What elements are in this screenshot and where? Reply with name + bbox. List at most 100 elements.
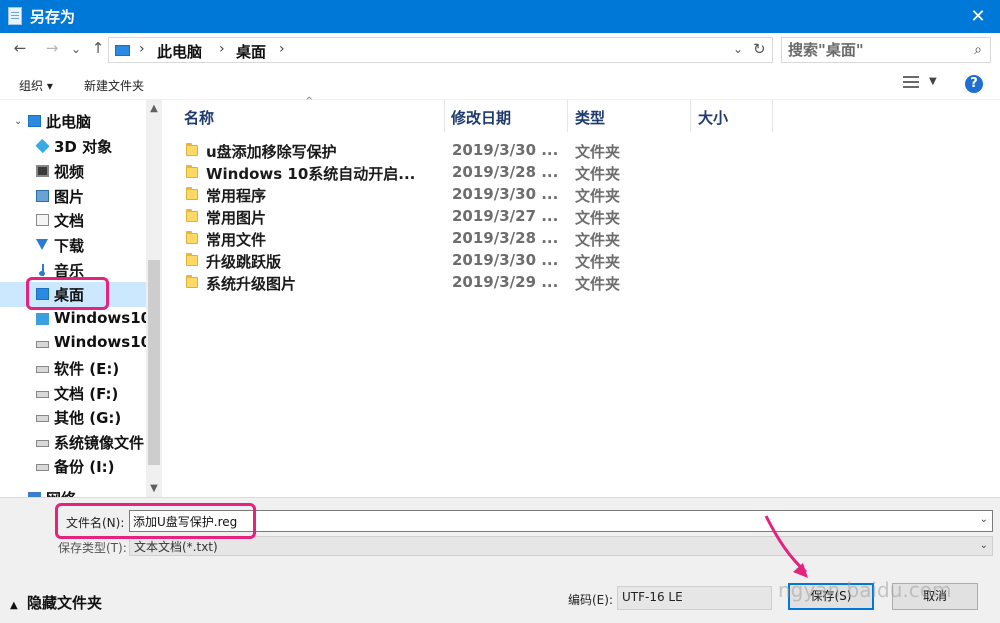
sidebar-item-label: 图片 [54, 188, 85, 206]
this-pc-icon [28, 115, 41, 127]
view-dropdown-icon[interactable]: ▼ [929, 76, 937, 87]
file-row[interactable]: 常用图片 2019/3/27 ... 文件夹 [162, 206, 762, 228]
up-button[interactable]: ↑ [88, 39, 108, 57]
title-bar: 另存为 ✕ [0, 0, 1000, 33]
search-box[interactable]: ⌕ [781, 37, 991, 63]
windows-drive-icon [36, 313, 49, 325]
sidebar-item-backup-i[interactable]: 备份 (I:) [0, 454, 146, 479]
sidebar-item-system-image[interactable]: 系统镜像文件 [0, 430, 146, 455]
folder-icon [186, 275, 198, 288]
scroll-down-icon[interactable]: ▼ [146, 483, 162, 494]
address-row: ← → ⌄ ↑ › 此电脑 › 桌面 › ⌄ ↻ ⌕ [0, 33, 1000, 67]
sidebar-item-documents[interactable]: 文档 [0, 208, 146, 233]
encoding-label: 编码(E): [568, 593, 613, 607]
scroll-up-icon[interactable]: ▲ [146, 103, 162, 114]
file-list[interactable]: ^ 名称 修改日期 类型 大小 u盘添加移除写保护 2019/3/30 ... … [162, 96, 1000, 497]
column-header-size[interactable]: 大小 [691, 100, 773, 132]
breadcrumb-separator[interactable]: › [139, 41, 145, 57]
sidebar-item-windows10-c[interactable]: Windows10 [0, 307, 151, 332]
address-dropdown-icon[interactable]: ⌄ [733, 42, 743, 56]
column-header-name[interactable]: ^ 名称 [162, 96, 445, 132]
hide-folders-toggle[interactable]: ▲ 隐藏文件夹 [10, 592, 102, 613]
watermark-text: ngyan.baidu.com [778, 578, 952, 602]
filename-input[interactable] [133, 513, 953, 530]
file-row[interactable]: 常用程序 2019/3/30 ... 文件夹 [162, 184, 762, 206]
sidebar-item-documents-f[interactable]: 文档 (F:) [0, 381, 146, 406]
sidebar-item-label: 备份 (I:) [54, 458, 115, 476]
file-row[interactable]: 常用文件 2019/3/28 ... 文件夹 [162, 228, 762, 250]
folder-icon [186, 187, 198, 200]
column-header-type[interactable]: 类型 [568, 100, 691, 132]
window-title: 另存为 [30, 8, 76, 26]
refresh-icon[interactable]: ↻ [753, 40, 766, 58]
folder-icon [186, 253, 198, 266]
organize-menu[interactable]: 组织 ▾ [19, 77, 53, 94]
scrollbar-thumb[interactable] [148, 260, 160, 465]
file-row[interactable]: Windows 10系统自动开启... 2019/3/28 ... 文件夹 [162, 162, 762, 184]
sidebar-item-pictures[interactable]: 图片 [0, 184, 146, 209]
file-row[interactable]: 升级跳跃版 2019/3/30 ... 文件夹 [162, 250, 762, 272]
breadcrumb-this-pc[interactable]: 此电脑 [157, 41, 202, 62]
sidebar-item-label: 下载 [54, 237, 85, 255]
folder-icon [186, 143, 198, 156]
drive-icon [36, 366, 49, 373]
file-name: u盘添加移除写保护 [206, 143, 337, 161]
sidebar-item-videos[interactable]: 视频 [0, 159, 146, 184]
sidebar-item-label: 此电脑 [46, 113, 92, 131]
encoding-select[interactable]: UTF-16 LE [617, 586, 772, 610]
sidebar-item-3d-objects[interactable]: 3D 对象 [0, 134, 146, 159]
sidebar-item-downloads[interactable]: 下载 [0, 233, 146, 258]
forward-button[interactable]: → [42, 39, 62, 57]
file-date: 2019/3/30 ... [452, 251, 559, 269]
sidebar-item-label: 网络 [46, 488, 76, 497]
sort-ascending-icon: ^ [305, 96, 314, 107]
help-icon[interactable]: ? [965, 75, 983, 93]
file-row[interactable]: 系统升级图片 2019/3/29 ... 文件夹 [162, 272, 762, 294]
sidebar-item-other-g[interactable]: 其他 (G:) [0, 405, 146, 430]
file-name: 常用图片 [206, 209, 267, 227]
file-row[interactable]: u盘添加移除写保护 2019/3/30 ... 文件夹 [162, 140, 762, 162]
sidebar-item-label: Windows10 [54, 309, 152, 327]
collapse-icon[interactable]: ⌄ [14, 116, 22, 127]
file-type: 文件夹 [575, 187, 621, 205]
drive-icon [36, 464, 49, 471]
folder-icon [186, 209, 198, 222]
file-type: 文件夹 [575, 209, 621, 227]
back-button[interactable]: ← [10, 39, 30, 57]
drive-icon [36, 391, 49, 398]
address-bar[interactable]: › 此电脑 › 桌面 › ⌄ ↻ [108, 37, 773, 63]
drive-icon [36, 341, 49, 348]
search-icon[interactable]: ⌕ [974, 42, 982, 58]
encoding-value: UTF-16 LE [622, 590, 683, 604]
sidebar-item-windows10-d[interactable]: Windows10 [0, 331, 151, 356]
sidebar-item-software-e[interactable]: 软件 (E:) [0, 356, 146, 381]
file-date: 2019/3/29 ... [452, 273, 559, 291]
sidebar-item-label: Windows10 [54, 333, 152, 351]
filetype-select[interactable]: 文本文档(*.txt) ⌄ [129, 536, 993, 556]
sidebar-item-this-pc[interactable]: ⌄ 此电脑 [0, 109, 146, 134]
search-input[interactable] [788, 40, 958, 60]
breadcrumb-separator[interactable]: › [219, 41, 225, 57]
file-type: 文件夹 [575, 275, 621, 293]
drive-icon [36, 415, 49, 422]
breadcrumb-desktop[interactable]: 桌面 [236, 41, 266, 62]
sidebar-item-label: 3D 对象 [54, 138, 113, 156]
file-date: 2019/3/28 ... [452, 163, 559, 181]
file-name: 常用程序 [206, 187, 267, 205]
navigation-scrollbar[interactable]: ▲ ▼ [146, 100, 162, 497]
sidebar-item-label: 视频 [54, 163, 85, 181]
column-header-date[interactable]: 修改日期 [445, 100, 568, 132]
chevron-up-icon: ▲ [10, 600, 18, 611]
filetype-label: 保存类型(T): [58, 541, 127, 555]
command-toolbar: 组织 ▾ 新建文件夹 ▼ ? [0, 67, 1000, 100]
chevron-down-icon[interactable]: ⌄ [980, 514, 988, 525]
file-name: Windows 10系统自动开启... [206, 165, 416, 183]
sidebar-item-network[interactable]: 网络 [0, 486, 146, 497]
breadcrumb-separator[interactable]: › [279, 41, 285, 57]
recent-locations-button[interactable]: ⌄ [66, 42, 86, 56]
close-button[interactable]: ✕ [956, 0, 1000, 33]
new-folder-button[interactable]: 新建文件夹 [84, 77, 144, 94]
view-options-icon[interactable] [903, 76, 919, 89]
filename-field[interactable]: ⌄ [129, 510, 993, 532]
chevron-down-icon[interactable]: ⌄ [980, 540, 988, 551]
